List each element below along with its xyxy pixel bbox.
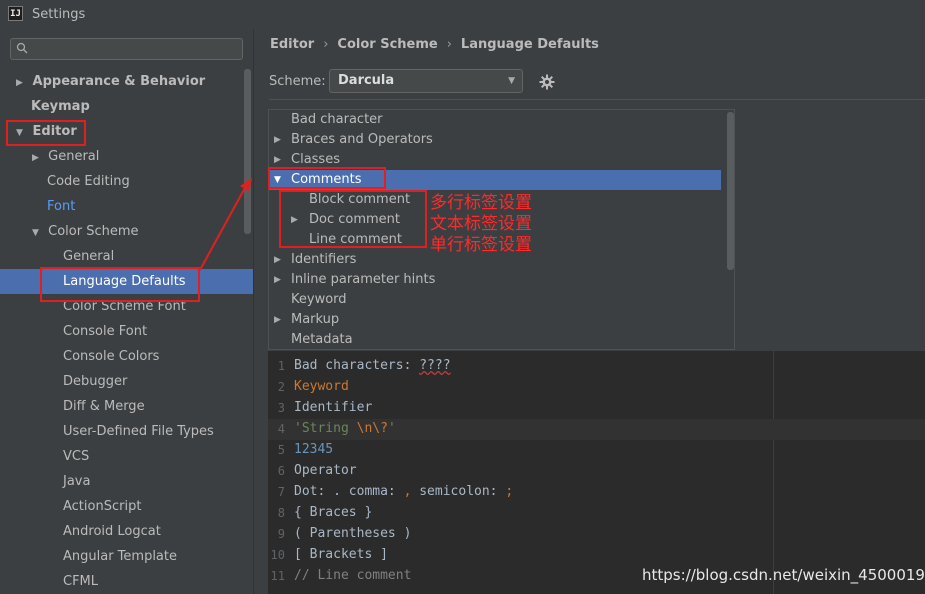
right-margin-guide bbox=[773, 351, 774, 594]
sidebar-scrollbar[interactable] bbox=[244, 69, 251, 234]
line-number: 11 bbox=[270, 569, 285, 583]
tree-item-appearance[interactable]: ▶ Appearance & Behavior bbox=[16, 69, 205, 94]
code-line: // Line comment bbox=[294, 568, 412, 583]
attr-markup[interactable]: ▶ Markup bbox=[269, 310, 721, 330]
scheme-label: Scheme: bbox=[269, 74, 326, 89]
tree-item-diff-merge[interactable]: Diff & Merge bbox=[63, 394, 145, 419]
tree-item-actionscript[interactable]: ActionScript bbox=[63, 494, 141, 519]
tree-item-user-defined-file-types[interactable]: User-Defined File Types bbox=[63, 419, 214, 444]
line-number: 8 bbox=[277, 506, 285, 520]
breadcrumb-separator: › bbox=[323, 37, 329, 52]
chevron-right-icon: ▶ bbox=[274, 135, 281, 145]
tree-item-angular-template[interactable]: Angular Template bbox=[63, 544, 177, 569]
chevron-down-icon: ▼ bbox=[508, 76, 515, 86]
tree-item-debugger[interactable]: Debugger bbox=[63, 369, 127, 394]
attr-inline-parameter-hints[interactable]: ▶ Inline parameter hints bbox=[269, 270, 721, 290]
tree-item-keymap[interactable]: Keymap bbox=[31, 94, 90, 119]
annotation-line-comment-note: 单行标签设置 bbox=[430, 235, 532, 255]
line-number: 3 bbox=[277, 401, 285, 415]
annotation-box-comments bbox=[268, 167, 386, 189]
breadcrumb-separator: › bbox=[446, 37, 452, 52]
tree-item-color-scheme[interactable]: ▼ Color Scheme bbox=[32, 219, 139, 244]
tree-item-general[interactable]: ▶ General bbox=[32, 144, 99, 169]
chevron-right-icon: ▶ bbox=[16, 78, 23, 88]
breadcrumb: Editor › Color Scheme › Language Defaults bbox=[270, 37, 599, 52]
code-line: Identifier bbox=[294, 400, 373, 415]
tree-item-cfml[interactable]: CFML bbox=[63, 569, 98, 594]
attr-keyword[interactable]: Keyword bbox=[269, 290, 721, 310]
tree-item-console-font[interactable]: Console Font bbox=[63, 319, 147, 344]
line-number: 2 bbox=[277, 380, 285, 394]
search-input[interactable] bbox=[10, 38, 243, 60]
scheme-dropdown[interactable]: Darcula ▼ bbox=[329, 69, 523, 93]
divider bbox=[269, 99, 925, 100]
chevron-down-icon: ▼ bbox=[32, 228, 39, 238]
line-number: 4 bbox=[277, 422, 285, 436]
attribute-tree-scrollbar[interactable] bbox=[727, 112, 734, 270]
tree-item-vcs[interactable]: VCS bbox=[63, 444, 89, 469]
main-panel: Editor › Color Scheme › Language Defaults Sc… bbox=[254, 29, 925, 594]
attr-braces-operators[interactable]: ▶ Braces and Operators bbox=[269, 130, 721, 150]
tree-item-android-logcat[interactable]: Android Logcat bbox=[63, 519, 161, 544]
line-number: 5 bbox=[277, 443, 285, 457]
chevron-right-icon: ▶ bbox=[274, 315, 281, 325]
code-line: 'String \n\?' bbox=[294, 421, 396, 436]
code-line: Operator bbox=[294, 463, 357, 478]
watermark: https://blog.csdn.net/weixin_45000199 bbox=[642, 566, 925, 584]
breadcrumb-editor[interactable]: Editor bbox=[270, 37, 314, 52]
annotation-box-editor bbox=[6, 120, 86, 146]
title-bar: IJ Settings bbox=[0, 0, 925, 29]
tree-item-font[interactable]: Font bbox=[47, 194, 75, 219]
tree-item-console-colors[interactable]: Console Colors bbox=[63, 344, 159, 369]
scheme-value: Darcula bbox=[338, 73, 395, 88]
code-line: { Braces } bbox=[294, 505, 373, 520]
line-number: 7 bbox=[277, 485, 285, 499]
tree-item-cs-general[interactable]: General bbox=[63, 244, 114, 269]
code-line: 12345 bbox=[294, 442, 334, 457]
annotation-box-language-defaults bbox=[40, 267, 200, 302]
line-number: 1 bbox=[277, 359, 285, 373]
chevron-right-icon: ▶ bbox=[274, 255, 281, 265]
gear-icon[interactable] bbox=[539, 74, 555, 90]
attr-metadata[interactable]: Metadata bbox=[269, 330, 721, 349]
chevron-right-icon: ▶ bbox=[274, 275, 281, 285]
code-line: ( Parentheses ) bbox=[294, 526, 412, 541]
search-field[interactable] bbox=[33, 40, 237, 60]
breadcrumb-language-defaults: Language Defaults bbox=[460, 37, 599, 52]
code-line: Dot: . comma: , semicolon: ; bbox=[294, 484, 514, 499]
code-line: Keyword bbox=[294, 379, 349, 394]
code-line: [ Brackets ] bbox=[294, 547, 388, 562]
preview-editor[interactable]: 1 2 3 4 5 6 7 8 9 10 11 Bad characters: … bbox=[268, 351, 925, 594]
search-icon bbox=[16, 42, 28, 54]
intellij-icon: IJ bbox=[8, 6, 23, 21]
tree-item-java[interactable]: Java bbox=[63, 469, 90, 494]
attr-bad-character[interactable]: Bad character bbox=[269, 110, 721, 130]
settings-sidebar: ▶ Appearance & Behavior Keymap ▼ Editor … bbox=[0, 29, 254, 594]
window-title: Settings bbox=[32, 7, 86, 22]
line-number: 10 bbox=[270, 548, 285, 562]
chevron-right-icon: ▶ bbox=[32, 153, 39, 163]
line-number: 6 bbox=[277, 464, 285, 478]
breadcrumb-color-scheme[interactable]: Color Scheme bbox=[337, 37, 437, 52]
annotation-box-comment-children bbox=[279, 190, 427, 248]
line-number: 9 bbox=[277, 527, 285, 541]
code-line: Bad characters: ???? bbox=[294, 358, 451, 373]
tree-item-code-editing[interactable]: Code Editing bbox=[47, 169, 130, 194]
